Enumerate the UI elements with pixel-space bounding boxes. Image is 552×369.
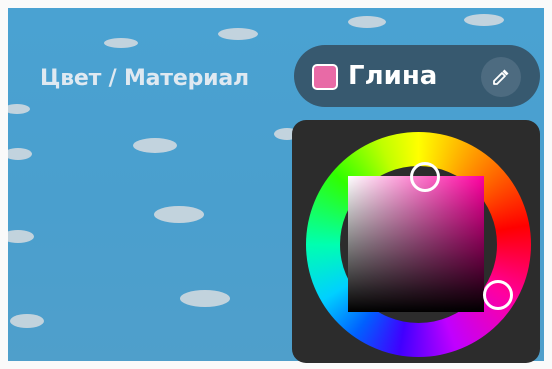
canvas-pattern-dash [154,206,204,223]
saturation-value-handle[interactable] [410,162,440,192]
hue-handle[interactable] [483,280,513,310]
canvas-pattern-dash [8,230,34,243]
material-name[interactable]: Глина [348,61,437,91]
color-material-label: Цвет / Материал [40,66,249,91]
saturation-value-square[interactable] [348,176,484,312]
canvas-pattern-dash [8,104,30,114]
canvas-pattern-dash [8,148,32,160]
canvas-pattern-dash [10,314,44,328]
canvas-pattern-dash [104,38,138,48]
canvas-pattern-dash [218,28,258,40]
canvas-pattern-dash [180,290,230,307]
canvas-pattern-dash [133,138,177,153]
eyedropper-icon [493,69,509,85]
canvas-pattern-dash [464,14,504,26]
canvas-pattern-dash [348,16,386,28]
eyedropper-button[interactable] [481,57,521,97]
material-color-swatch[interactable] [312,64,338,90]
